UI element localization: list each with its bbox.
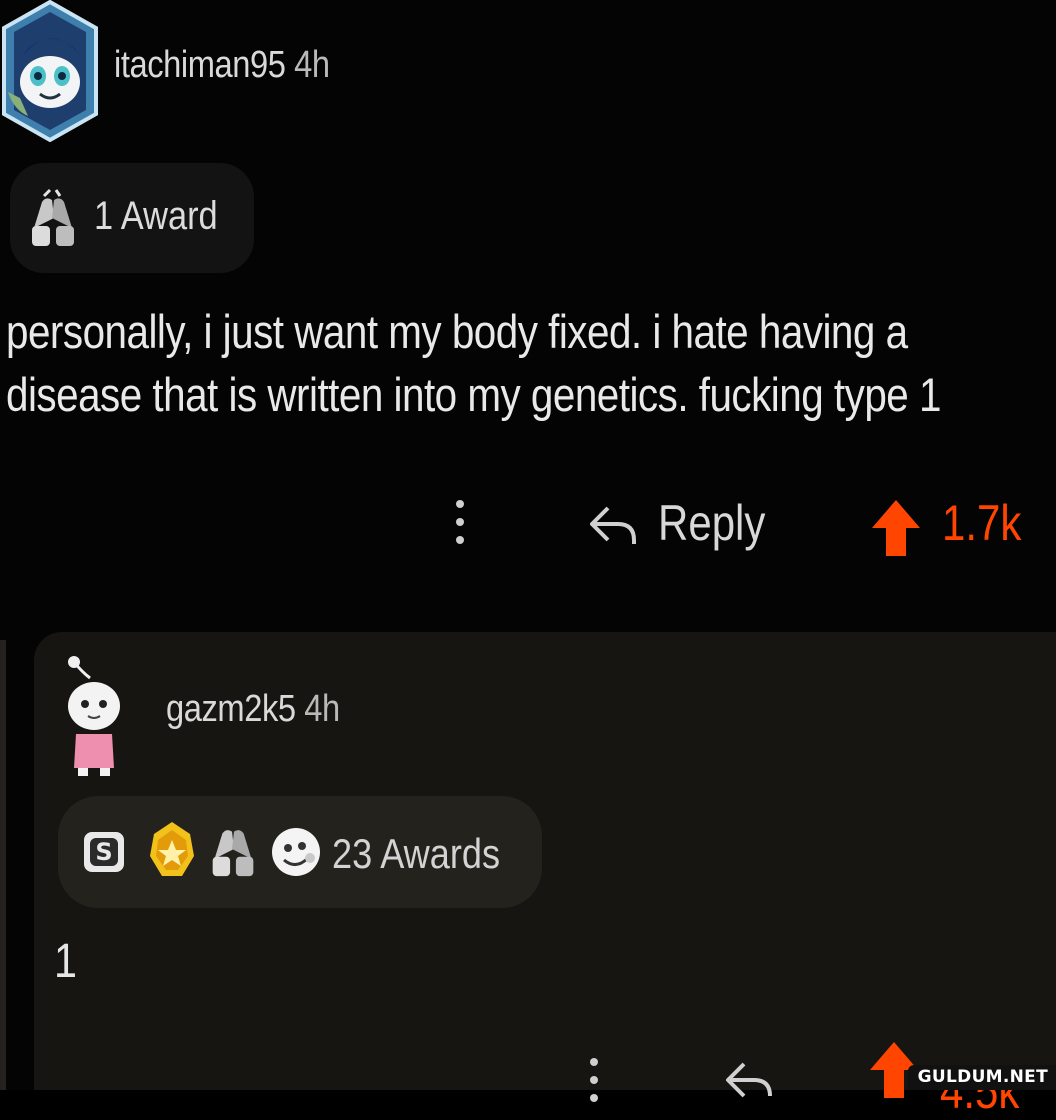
thread-line[interactable] (0, 640, 6, 1090)
comment-body-line: disease that is written into my genetics… (6, 368, 941, 421)
silver-award-icon: S (84, 832, 124, 872)
reply-meta: gazm2k5 4h (166, 688, 340, 731)
comment-body-line: personally, i just want my body fixed. i… (6, 305, 908, 358)
upvote-arrow-icon[interactable] (870, 498, 922, 558)
comment-thread: itachiman95 4h 1 Award personally, i just… (0, 0, 1056, 1119)
svg-text:S: S (95, 838, 112, 866)
comment-actions: Reply 1.7k (0, 490, 1056, 570)
reply-award-count: 23 Awards (332, 830, 501, 877)
comment-meta: itachiman95 4h (114, 44, 330, 87)
hands-award-icon (212, 830, 254, 877)
reply-icon[interactable] (588, 504, 638, 546)
user-avatar-gazm2k5[interactable] (60, 650, 130, 780)
comment-username[interactable]: itachiman95 (114, 44, 286, 86)
reply-body: 1 (54, 935, 77, 988)
wholesome-award-icon (272, 828, 320, 876)
user-avatar-itachiman95[interactable] (0, 0, 100, 142)
reply-username[interactable]: gazm2k5 (166, 688, 296, 730)
award-count: 1 Award (94, 194, 218, 238)
gold-award-icon (150, 822, 194, 876)
vote-score: 1.7k (942, 495, 1022, 551)
reply-time: 4h (304, 688, 340, 730)
comment-body: personally, i just want my body fixed. i… (6, 300, 1021, 426)
comment-time: 4h (294, 44, 330, 86)
reply-button[interactable]: Reply (658, 494, 765, 552)
reply-icon[interactable] (724, 1060, 774, 1100)
reply-more-options-icon[interactable] (590, 1058, 598, 1112)
watermark: GULDUM.NET (907, 1065, 1056, 1090)
hands-award-icon (32, 188, 74, 246)
more-options-icon[interactable] (456, 500, 464, 554)
